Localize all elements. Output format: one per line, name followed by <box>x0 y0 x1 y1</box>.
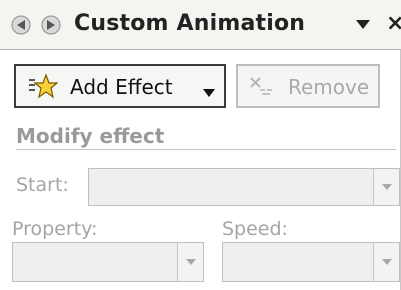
forward-arrow-icon[interactable] <box>40 12 62 38</box>
chevron-down-icon <box>202 83 216 97</box>
back-arrow-icon[interactable] <box>10 12 32 38</box>
remove-effect-icon <box>248 75 276 99</box>
remove-label: Remove <box>288 75 370 99</box>
chevron-down-icon[interactable] <box>373 243 399 281</box>
custom-animation-pane: Custom Animation × Add Effect Remove Mod… <box>0 0 401 290</box>
dropdown-menu-icon[interactable] <box>355 17 371 31</box>
remove-button[interactable]: Remove <box>236 64 380 108</box>
start-dropdown[interactable] <box>88 168 400 206</box>
property-dropdown[interactable] <box>12 242 204 282</box>
add-effect-star-icon <box>28 73 59 101</box>
speed-dropdown[interactable] <box>222 242 400 282</box>
close-icon[interactable]: × <box>386 11 401 36</box>
section-divider <box>16 149 396 150</box>
modify-effect-heading: Modify effect <box>16 124 165 148</box>
property-label: Property: <box>12 218 98 240</box>
start-label: Start: <box>16 174 69 196</box>
chevron-down-icon[interactable] <box>373 169 399 205</box>
add-effect-button[interactable]: Add Effect <box>14 64 226 108</box>
chevron-down-icon[interactable] <box>177 243 203 281</box>
add-effect-label: Add Effect <box>70 75 173 99</box>
pane-titlebar: Custom Animation × <box>0 0 401 50</box>
speed-label: Speed: <box>222 218 288 240</box>
pane-title: Custom Animation <box>74 11 306 36</box>
